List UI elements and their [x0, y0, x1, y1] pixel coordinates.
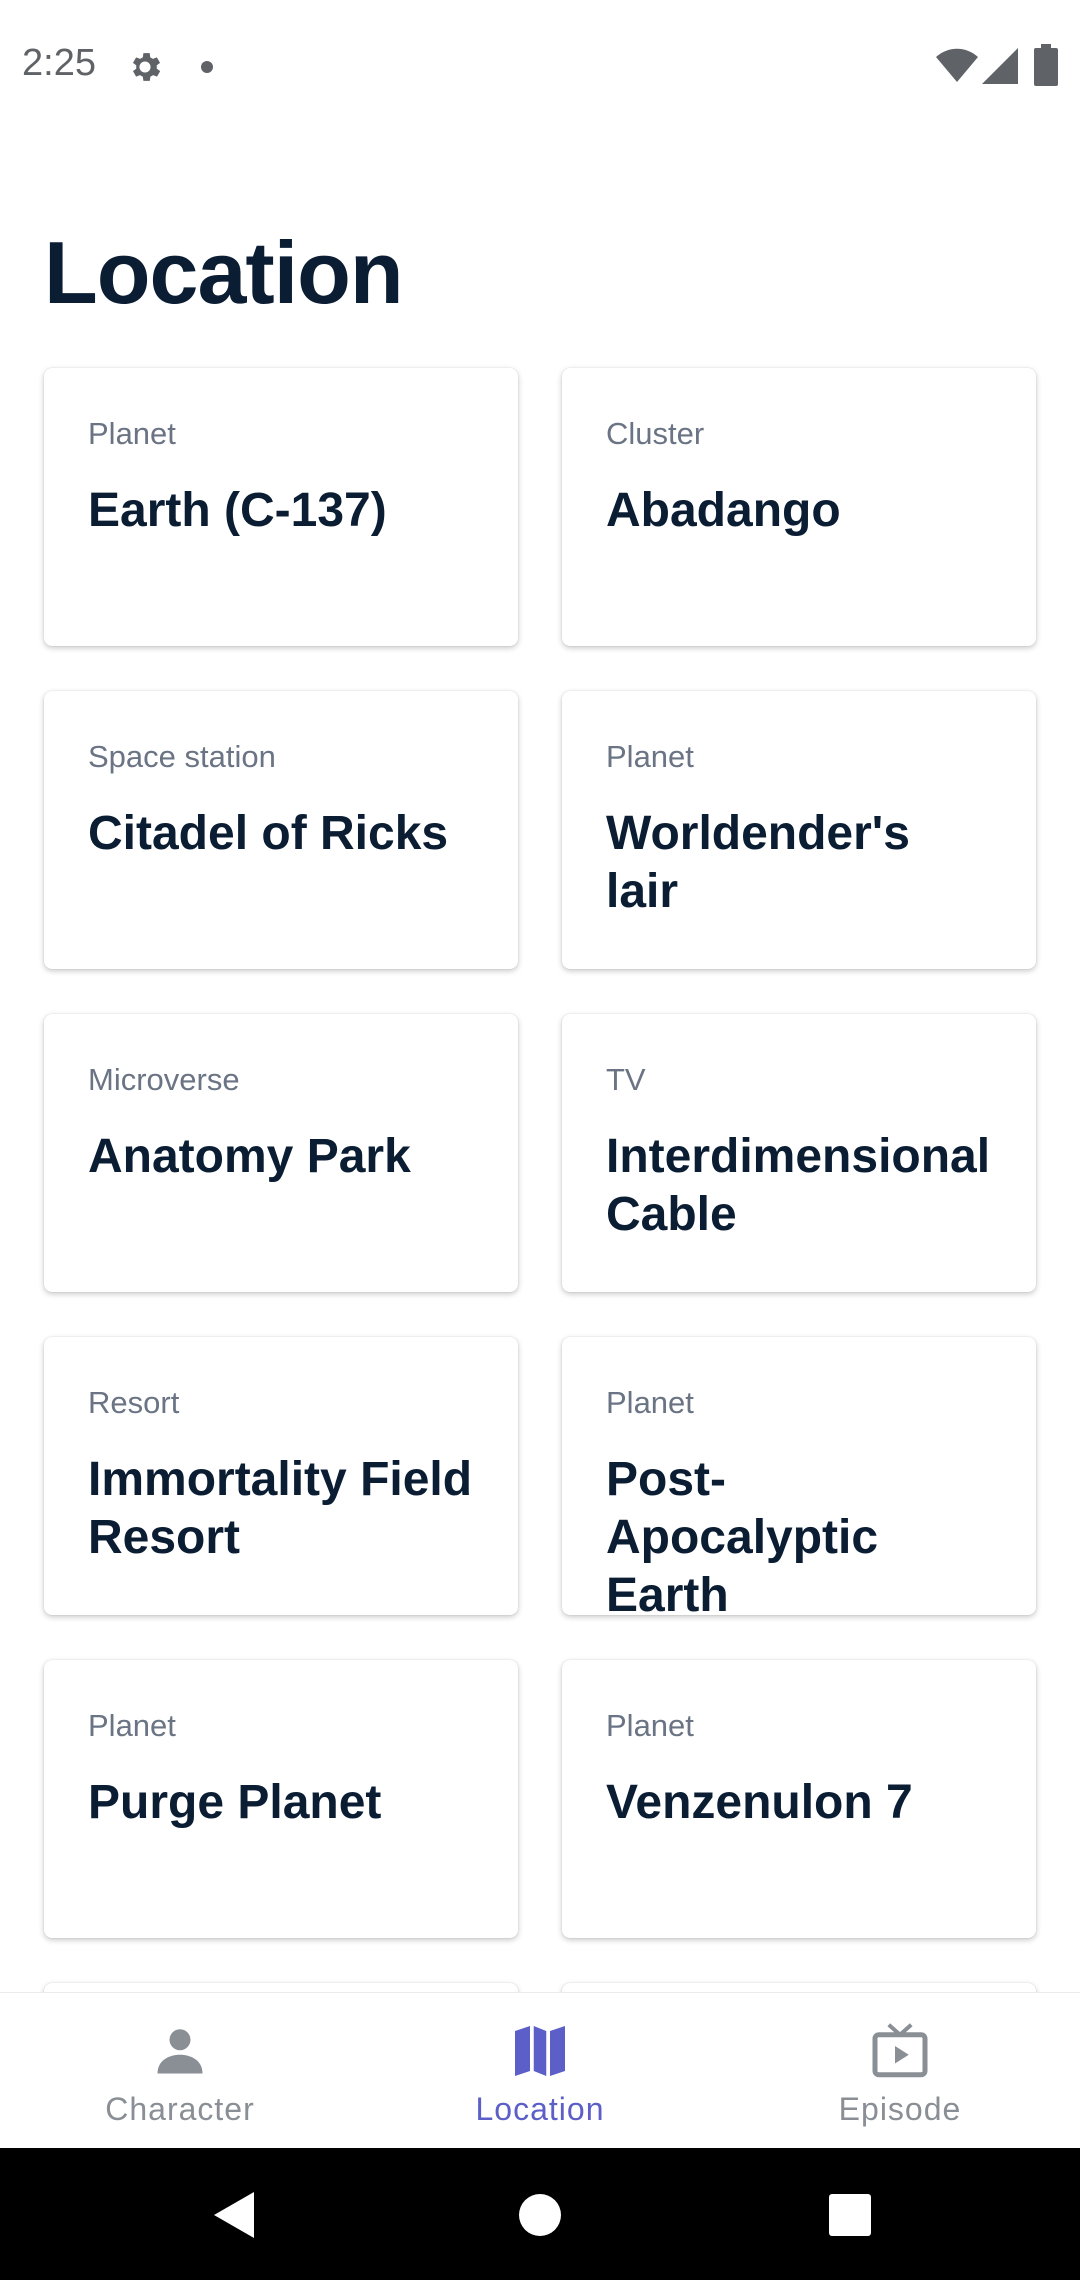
map-icon	[515, 2026, 565, 2076]
tv-icon	[872, 2023, 928, 2078]
location-card[interactable]: TV Interdimensional Cable	[562, 1014, 1036, 1292]
page-title: Location	[44, 223, 404, 322]
back-icon[interactable]	[198, 2180, 268, 2250]
location-card[interactable]: Cluster Abadango	[562, 368, 1036, 646]
location-card[interactable]: Planet Purge Planet	[44, 1660, 518, 1938]
location-type: TV	[606, 1062, 646, 1097]
location-type: Cluster	[606, 416, 705, 451]
location-type: Planet	[606, 1708, 694, 1743]
location-name: Interdimensional Cable	[606, 1130, 991, 1241]
location-card[interactable]: Microverse Anatomy Park	[44, 1014, 518, 1292]
settings-icon	[132, 53, 161, 81]
location-card[interactable]: Space station Citadel of Ricks	[44, 691, 518, 969]
location-card[interactable]: Planet Worldender's lair	[562, 691, 1036, 969]
location-type: Planet	[88, 1708, 176, 1743]
nav-label-episode: Episode	[838, 2091, 962, 2127]
location-name: Post-Apocalyptic Earth	[606, 1453, 879, 1622]
person-icon	[157, 2029, 203, 2074]
bottom-navigation: Character Location Episode	[0, 1992, 1080, 2149]
location-card[interactable]: Resort Immortality Field Resort	[44, 1337, 518, 1615]
location-type: Planet	[88, 416, 176, 451]
location-name: Worldender's lair	[606, 807, 910, 918]
location-type: Space station	[88, 739, 276, 774]
nav-label-character: Character	[105, 2091, 255, 2127]
system-navigation-bar	[0, 2148, 1080, 2280]
location-type: Microverse	[88, 1062, 240, 1097]
nav-label-location: Location	[475, 2091, 605, 2127]
location-name: Purge Planet	[88, 1776, 382, 1829]
status-bar: 2:25	[0, 0, 1080, 134]
recents-icon[interactable]	[815, 2180, 885, 2250]
location-card[interactable]: Planet Venzenulon 7	[562, 1660, 1036, 1938]
nav-item-location[interactable]: Location	[360, 1993, 720, 2149]
location-name: Immortality Field Resort	[88, 1453, 473, 1564]
location-name: Earth (C-137)	[88, 484, 387, 537]
location-list[interactable]: Planet Earth (C-137) Cluster Abadango Space …	[0, 360, 1080, 1992]
nav-item-character[interactable]: Character	[0, 1993, 360, 2149]
location-name: Abadango	[606, 484, 841, 537]
location-card[interactable]	[562, 1983, 1036, 1992]
location-name: Anatomy Park	[88, 1130, 411, 1183]
screen: 2:25 Location Planet Earth (C-137) Cluster…	[0, 0, 1080, 2280]
location-card[interactable]: Planet Post-Apocalyptic Earth	[562, 1337, 1036, 1622]
location-type: Planet	[606, 739, 694, 774]
notification-dot-icon	[201, 61, 213, 73]
wifi-icon	[936, 48, 978, 82]
location-grid: Planet Earth (C-137) Cluster Abadango Space …	[44, 368, 1036, 1992]
location-type: Planet	[606, 1385, 694, 1420]
location-name: Venzenulon 7	[606, 1776, 913, 1829]
nav-item-episode[interactable]: Episode	[720, 1993, 1080, 2149]
location-name: Citadel of Ricks	[88, 807, 449, 860]
location-card[interactable]	[44, 1983, 518, 1992]
signal-icon	[982, 48, 1018, 84]
location-card[interactable]: Planet Earth (C-137)	[44, 368, 518, 646]
battery-icon	[1034, 44, 1058, 86]
status-time: 2:25	[22, 42, 96, 84]
home-icon[interactable]	[505, 2180, 575, 2250]
location-type: Resort	[88, 1385, 180, 1420]
